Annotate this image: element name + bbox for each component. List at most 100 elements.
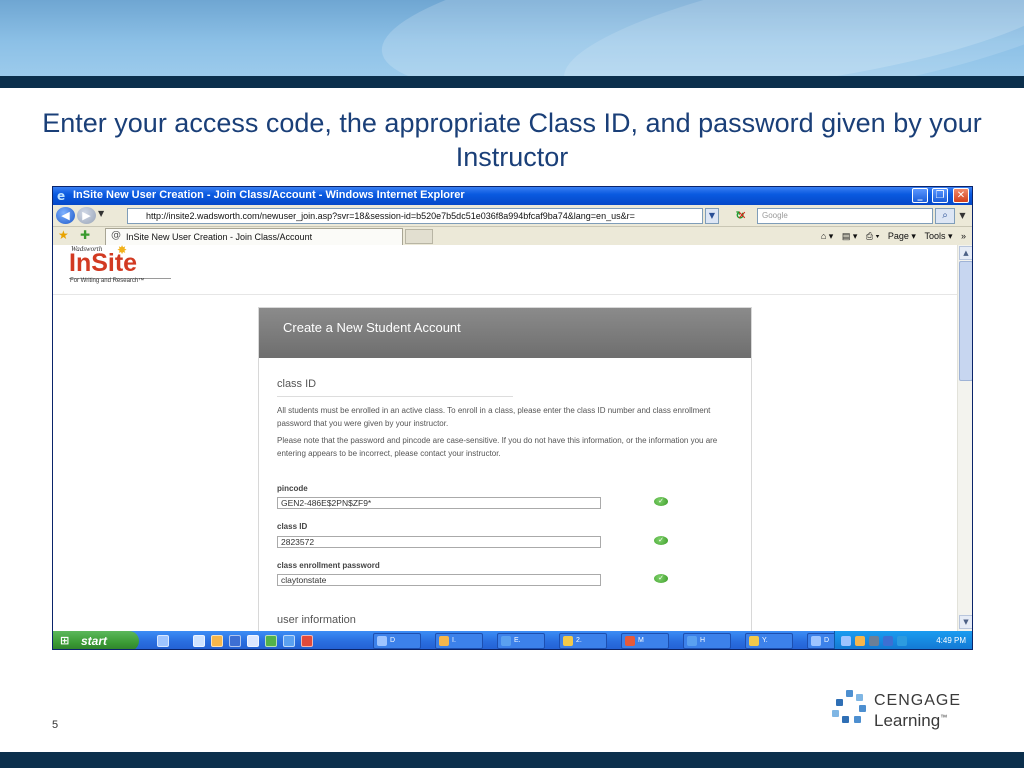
presentation-slide: Enter your access code, the appropriate …	[0, 0, 1024, 768]
windows-flag-icon: ⊞	[60, 634, 70, 647]
quicklaunch-acrobat-icon[interactable]	[301, 635, 313, 647]
more-commands[interactable]: »	[961, 228, 966, 244]
search-dropdown-icon[interactable]: ▼	[957, 208, 968, 224]
new-tab-button[interactable]	[405, 229, 433, 244]
history-dropdown-icon[interactable]: ▼	[98, 209, 104, 218]
add-favorite-icon[interactable]: ✚	[80, 228, 90, 242]
tab-label: InSite New User Creation - Join Class/Ac…	[126, 232, 313, 242]
minimize-icon[interactable]: _	[912, 188, 928, 203]
site-header: Wadsworth ✸ InSite For Writing and Resea…	[53, 245, 957, 295]
feeds-icon[interactable]: ▤ ▾	[842, 228, 858, 244]
quicklaunch-ie-icon[interactable]	[283, 635, 295, 647]
page-content: Wadsworth ✸ InSite For Writing and Resea…	[53, 245, 957, 631]
class-id-input[interactable]: 2823572	[277, 536, 601, 548]
tray-monitor-icon[interactable]	[883, 636, 893, 646]
tools-menu[interactable]: Tools ▾	[924, 228, 952, 244]
url-dropdown-icon[interactable]: ▼	[705, 208, 719, 224]
windows-taskbar: ⊞ start DI.E.2.MHY.DI. 4:49 PM	[53, 631, 972, 649]
system-tray: 4:49 PM	[834, 631, 972, 649]
scroll-thumb[interactable]	[959, 261, 972, 381]
checkmark-icon: ✓	[654, 574, 668, 583]
window-titlebar[interactable]: e InSite New User Creation - Join Class/…	[53, 187, 972, 205]
quicklaunch-excel-icon[interactable]	[265, 635, 277, 647]
pincode-input[interactable]: GEN2-486E$2PN$ZF9*	[277, 497, 601, 509]
start-label: start	[81, 634, 108, 648]
window-title: InSite New User Creation - Join Class/Ac…	[73, 189, 465, 201]
footer-band	[0, 752, 1024, 768]
taskbar-window-button[interactable]: 2.	[559, 633, 607, 649]
taskbar-window-button[interactable]: Y.	[745, 633, 793, 649]
quicklaunch-desktop-icon[interactable]	[157, 635, 169, 647]
learning-wordmark: Learning™	[874, 711, 947, 731]
taskbar-app-icon	[687, 636, 697, 646]
section-title-user-info: user information	[277, 614, 356, 626]
taskbar-button-label: 2.	[576, 637, 582, 644]
back-arrow-icon[interactable]: ◀	[56, 207, 75, 224]
enrollment-instructions: All students must be enrolled in an acti…	[277, 406, 711, 428]
taskbar-app-icon	[625, 636, 635, 646]
taskbar-window-button[interactable]: H	[683, 633, 731, 649]
quicklaunch-outlook-icon[interactable]	[211, 635, 223, 647]
magnifier-icon[interactable]: ⌕	[935, 208, 955, 224]
case-sensitivity-note: Please note that the password and pincod…	[277, 436, 718, 458]
quicklaunch-word-icon[interactable]	[229, 635, 241, 647]
home-icon[interactable]: ⌂ ▾	[821, 228, 833, 244]
header-band	[0, 0, 1024, 76]
taskbar-window-button[interactable]: E.	[497, 633, 545, 649]
url-input[interactable]: http://insite2.wadsworth.com/newuser_joi…	[127, 208, 703, 224]
section-rule	[277, 396, 513, 397]
enrollment-password-input[interactable]: claytonstate	[277, 574, 601, 586]
taskbar-button-label: I.	[452, 637, 456, 644]
enrollment-password-label: class enrollment password	[277, 561, 380, 570]
stop-icon[interactable]: ✕	[733, 208, 751, 224]
maximize-icon[interactable]: ❐	[932, 188, 948, 203]
taskbar-button-label: Y.	[762, 637, 768, 644]
learning-text: Learning	[874, 711, 941, 730]
slide-number: 5	[52, 719, 59, 731]
taskbar-button-label: M	[638, 637, 644, 644]
favorites-star-icon[interactable]: ★	[58, 228, 69, 242]
taskbar-window-button[interactable]: M	[621, 633, 669, 649]
vertical-scrollbar[interactable]: ▲ ▼	[957, 245, 972, 631]
slide-title: Enter your access code, the appropriate …	[42, 108, 982, 172]
printer-icon[interactable]: ⎙ ▾	[866, 228, 879, 244]
taskbar-app-icon	[377, 636, 387, 646]
section-title-class-id: class ID	[277, 378, 317, 390]
cengage-logo-icon	[832, 690, 872, 730]
taskbar-clock[interactable]: 4:49 PM	[936, 631, 966, 649]
form-header: Create a New Student Account	[259, 308, 751, 358]
tray-network-icon[interactable]	[869, 636, 879, 646]
taskbar-app-icon	[501, 636, 511, 646]
tab-bar: ★ ✚ InSite New User Creation - Join Clas…	[53, 227, 972, 245]
scroll-down-icon[interactable]: ▼	[959, 615, 972, 629]
cengage-wordmark: CENGAGE	[874, 692, 962, 709]
taskbar-window-button[interactable]: D	[373, 633, 421, 649]
taskbar-app-icon	[563, 636, 573, 646]
close-icon[interactable]: ✕	[953, 188, 969, 203]
header-rule	[0, 76, 1024, 88]
pincode-label: pincode	[277, 484, 308, 493]
quicklaunch-media-icon[interactable]	[247, 635, 259, 647]
page-menu[interactable]: Page ▾	[888, 228, 916, 244]
scroll-up-icon[interactable]: ▲	[959, 246, 972, 260]
address-bar: ◀ ▶ ▼ @ http://insite2.wadsworth.com/new…	[53, 205, 972, 227]
class-id-label: class ID	[277, 522, 308, 531]
browser-window: e InSite New User Creation - Join Class/…	[52, 186, 973, 650]
tray-outlook-icon[interactable]	[855, 636, 865, 646]
start-button[interactable]: ⊞ start	[53, 631, 139, 649]
tray-wireless-icon[interactable]	[897, 636, 907, 646]
tab-page-icon: @	[111, 230, 121, 241]
taskbar-window-button[interactable]: I.	[435, 633, 483, 649]
taskbar-app-icon	[439, 636, 449, 646]
logo-tagline: For Writing and Research™	[70, 278, 145, 284]
insite-logo[interactable]: InSite	[69, 249, 137, 278]
forward-arrow-icon[interactable]: ▶	[77, 207, 96, 224]
tray-arrow-icon[interactable]	[841, 636, 851, 646]
form-title: Create a New Student Account	[283, 320, 461, 335]
create-account-form: Create a New Student Account class ID Al…	[258, 307, 752, 631]
taskbar-button-label: E.	[514, 637, 521, 644]
search-input[interactable]: Google	[757, 208, 933, 224]
tab-insite[interactable]: InSite New User Creation - Join Class/Ac…	[105, 228, 403, 245]
ie-logo-icon: e	[57, 189, 66, 203]
quicklaunch-window-icon[interactable]	[193, 635, 205, 647]
